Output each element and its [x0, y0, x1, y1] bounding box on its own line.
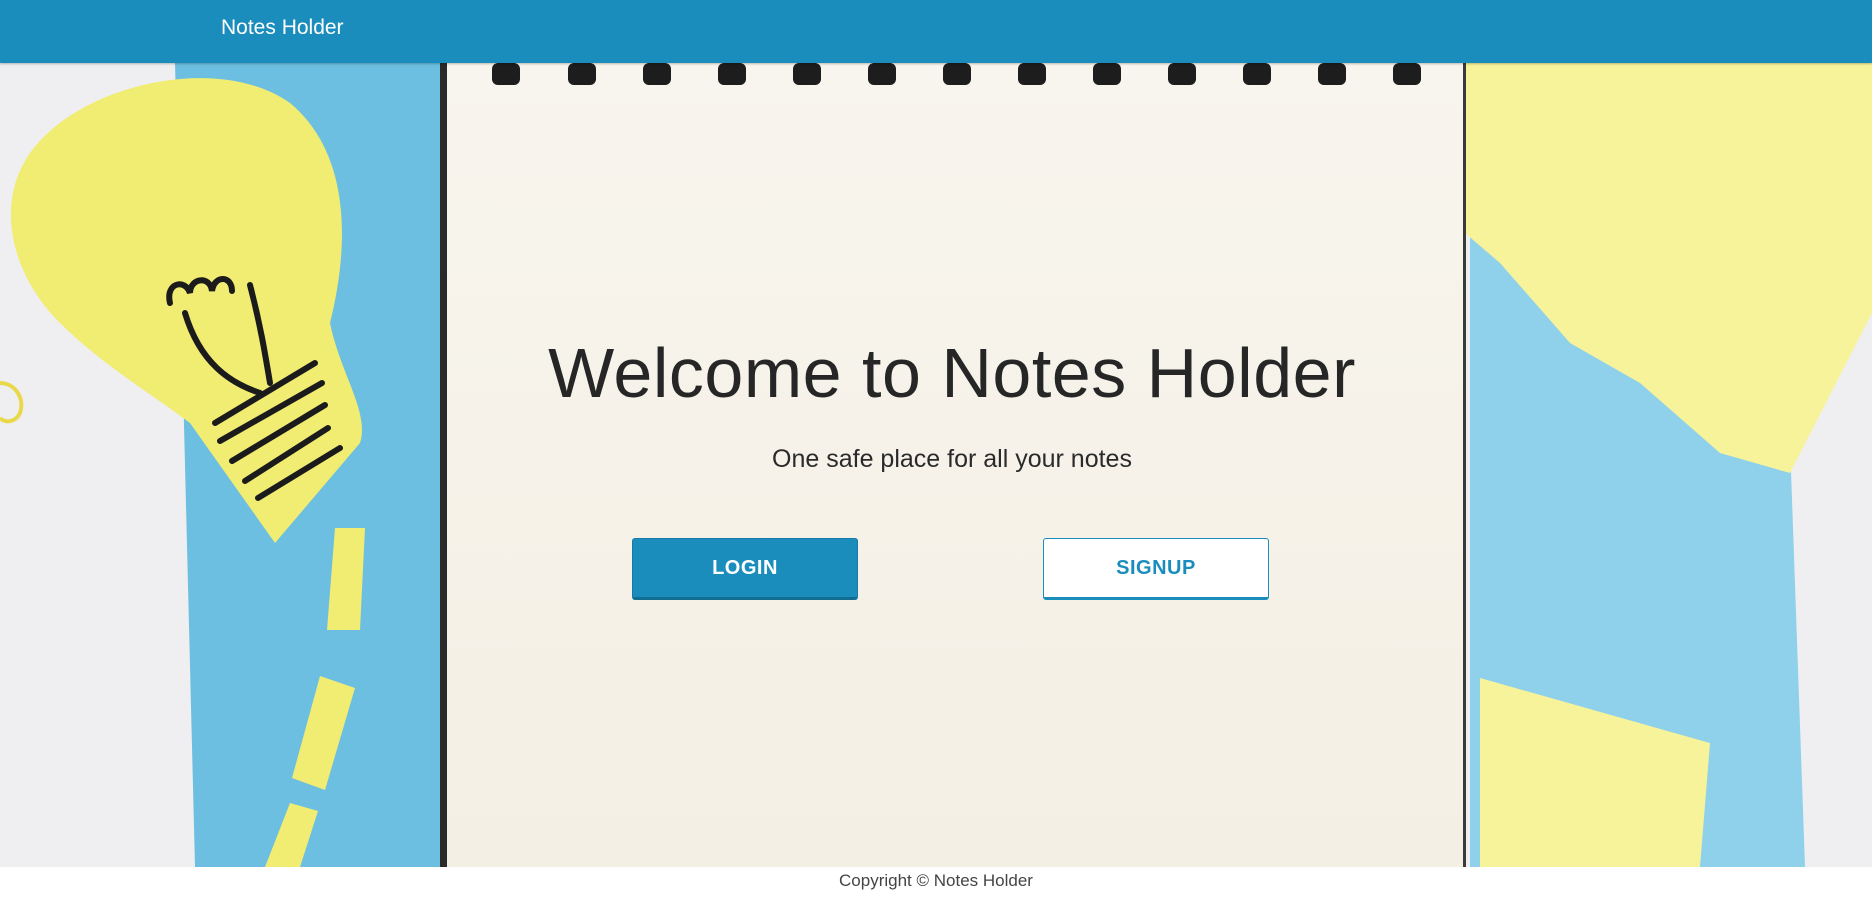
signup-button[interactable]: SIGNUP — [1043, 538, 1269, 600]
hero-subtitle: One safe place for all your notes — [772, 445, 1132, 473]
login-button[interactable]: LOGIN — [632, 538, 858, 600]
hero-title: Welcome to Notes Holder — [548, 334, 1356, 412]
hero-content: Welcome to Notes Holder One safe place f… — [443, 63, 1461, 867]
copyright-text: Copyright © Notes Holder — [839, 871, 1033, 890]
hero-section: Welcome to Notes Holder One safe place f… — [0, 63, 1872, 867]
footer: Copyright © Notes Holder — [0, 867, 1872, 906]
top-navbar: Notes Holder — [0, 0, 1872, 63]
brand-link[interactable]: Notes Holder — [221, 16, 344, 40]
